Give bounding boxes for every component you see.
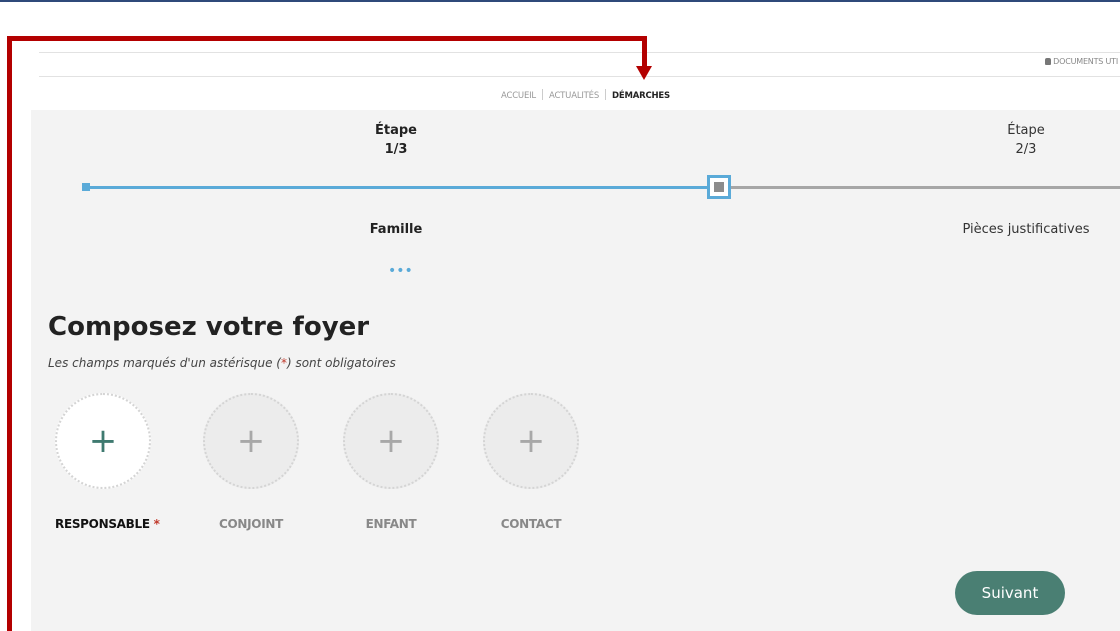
step-1-header: Étape 1/3 [341, 121, 451, 159]
member-label-contact: CONTACT [500, 517, 562, 531]
add-contact-button[interactable]: + [483, 393, 579, 489]
plus-icon: + [88, 421, 118, 461]
member-conjoint[interactable]: + CONJOINT [203, 393, 299, 531]
progress-current-node [707, 175, 731, 199]
page-content: DOCUMENTS UTI ACCUEIL ACTUALITÉS DÉMARCHES… [31, 44, 1120, 631]
next-button[interactable]: Suivant [955, 571, 1065, 615]
member-enfant[interactable]: + ENFANT [343, 393, 439, 531]
header-divider-top [39, 52, 1120, 53]
nav-accueil[interactable]: ACCUEIL [495, 91, 542, 101]
step-2-title: Étape [1007, 123, 1045, 138]
step-more-indicator: ••• [388, 263, 413, 279]
step-1-title: Étape [375, 123, 417, 138]
member-responsable[interactable]: + RESPONSABLE * [55, 393, 160, 531]
nav-demarches[interactable]: DÉMARCHES [606, 91, 676, 101]
progress-node-inner [714, 182, 724, 192]
nav-actualites[interactable]: ACTUALITÉS [543, 91, 605, 101]
documents-link[interactable]: DOCUMENTS UTI [1045, 57, 1118, 66]
plus-icon: + [376, 421, 406, 461]
document-icon [1045, 58, 1052, 65]
plus-icon: + [236, 421, 266, 461]
step-1-label: Famille [369, 222, 423, 237]
step-2-header: Étape 2/3 [971, 121, 1081, 159]
annotation-arrow-icon [636, 66, 652, 80]
add-conjoint-button[interactable]: + [203, 393, 299, 489]
step-1-index: 1/3 [384, 142, 408, 157]
required-asterisk: * [153, 517, 160, 531]
page-title: Composez votre foyer [48, 312, 370, 342]
add-responsable-button[interactable]: + [55, 393, 151, 489]
progress-remaining-track [728, 186, 1120, 189]
progress-completed-track [86, 186, 716, 189]
add-enfant-button[interactable]: + [343, 393, 439, 489]
annotation-line-top [7, 36, 647, 41]
annotation-line-left [7, 36, 12, 631]
annotation-line-down [642, 36, 647, 68]
member-contact[interactable]: + CONTACT [483, 393, 579, 531]
member-label-enfant: ENFANT [365, 517, 417, 531]
window-top-border [0, 0, 1120, 2]
step-2-index: 2/3 [1015, 142, 1037, 157]
step-2-label: Pièces justificatives [962, 222, 1090, 237]
required-fields-note: Les champs marqués d'un astérisque (*) s… [48, 356, 396, 370]
member-label-conjoint: CONJOINT [218, 517, 283, 531]
main-nav: ACCUEIL ACTUALITÉS DÉMARCHES [495, 89, 676, 101]
plus-icon: + [516, 421, 546, 461]
header-divider-bottom [39, 76, 1120, 77]
member-label-responsable: RESPONSABLE * [55, 517, 160, 531]
